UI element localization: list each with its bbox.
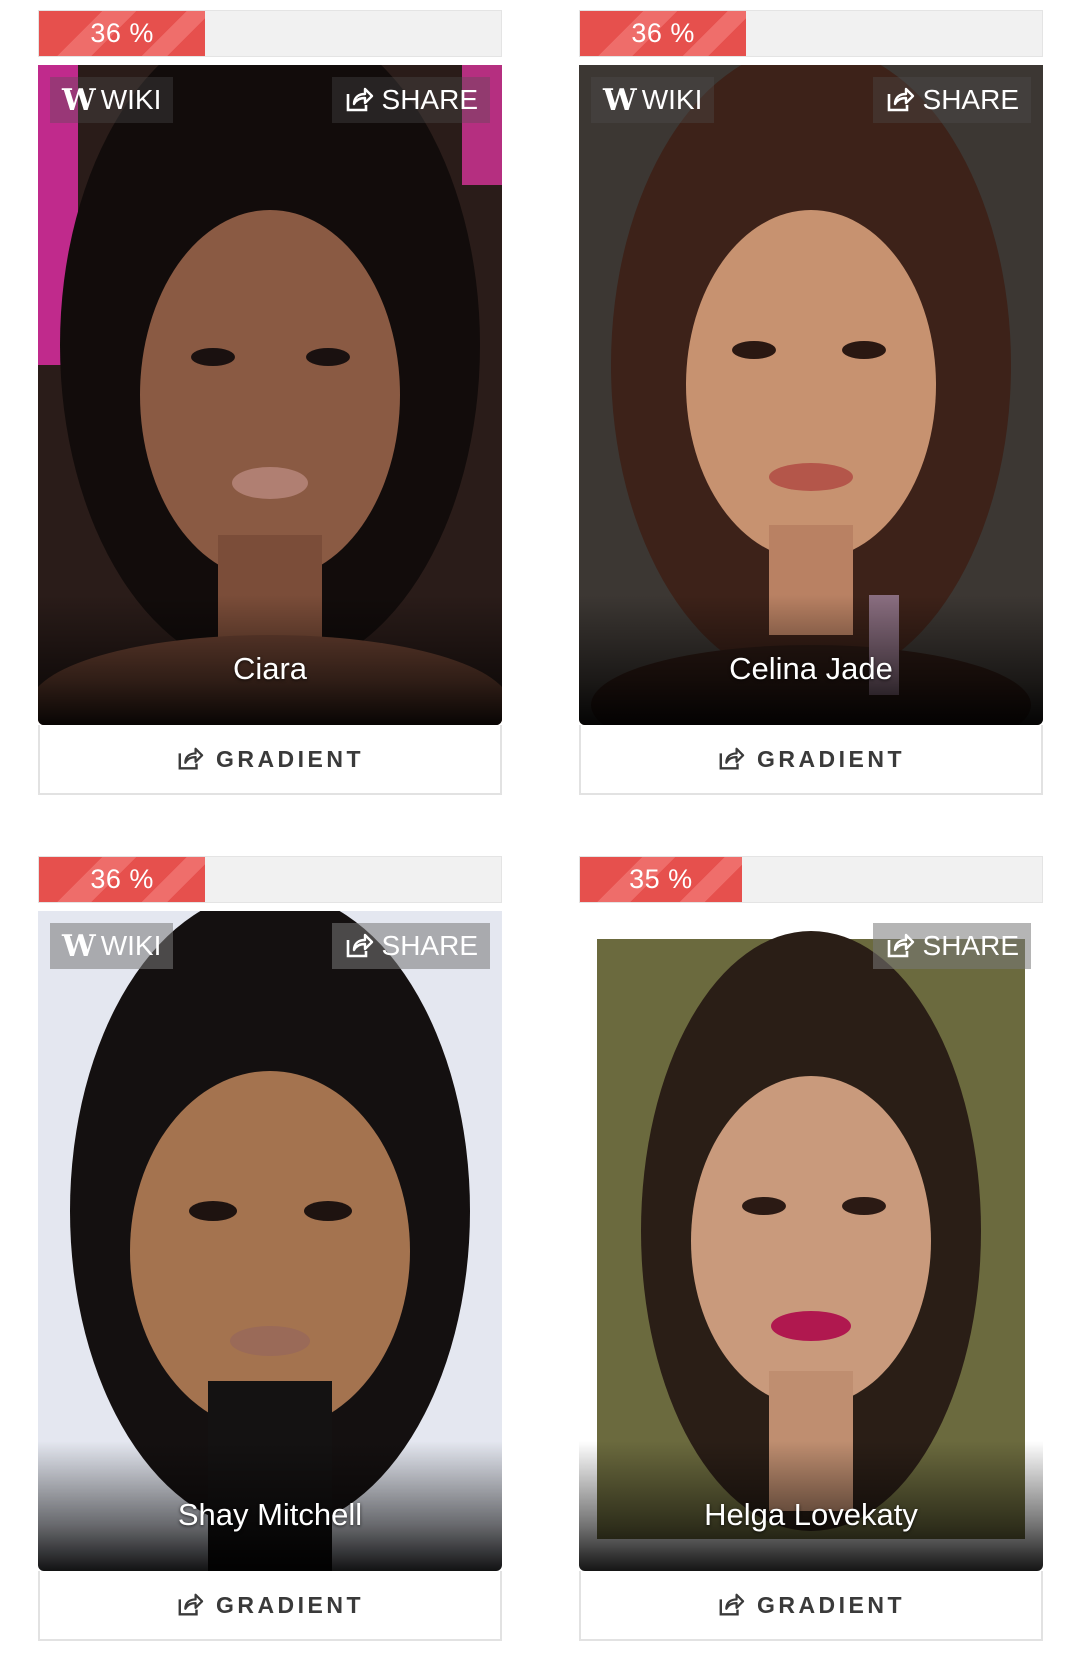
match-percent: 36 % xyxy=(90,864,154,894)
gradient-label: GRADIENT xyxy=(756,1591,906,1618)
match-bar-fill: 36 % xyxy=(39,857,206,902)
celebrity-photo[interactable]: SHARE Helga Lovekaty xyxy=(579,911,1043,1571)
gradient-label: GRADIENT xyxy=(215,745,365,772)
gradient-button[interactable]: GRADIENT xyxy=(38,1571,502,1641)
gradient-button[interactable]: GRADIENT xyxy=(38,725,502,795)
share-button[interactable]: SHARE xyxy=(872,77,1031,123)
share-icon xyxy=(719,747,745,770)
wiki-button[interactable]: W WIKI xyxy=(50,77,174,123)
match-percent: 36 % xyxy=(90,18,154,48)
gradient-button[interactable]: GRADIENT xyxy=(579,1571,1043,1641)
match-bar-fill: 36 % xyxy=(39,11,206,56)
celebrity-name: Ciara xyxy=(232,651,308,686)
celebrity-photo[interactable]: W WIKI SHARE Ciara xyxy=(38,65,502,725)
match-bar: 35 % xyxy=(579,856,1043,903)
match-percent: 35 % xyxy=(629,864,693,894)
share-label: SHARE xyxy=(922,84,1019,115)
share-label: SHARE xyxy=(922,930,1019,961)
share-icon xyxy=(346,933,373,958)
wikipedia-icon: W xyxy=(62,82,96,118)
wiki-label: WIKI xyxy=(100,84,162,115)
share-icon xyxy=(887,87,914,112)
result-card-celina-jade: 36 % W WIKI SHARE Celina Jade GRADIENT xyxy=(579,10,1043,795)
celebrity-name: Celina Jade xyxy=(729,651,893,686)
share-button[interactable]: SHARE xyxy=(331,923,490,969)
share-button[interactable]: SHARE xyxy=(331,77,490,123)
share-icon xyxy=(346,87,373,112)
match-bar-fill: 35 % xyxy=(580,857,742,902)
share-icon xyxy=(719,1593,745,1616)
celebrity-photo[interactable]: W WIKI SHARE Shay Mitchell xyxy=(38,911,502,1571)
match-percent: 36 % xyxy=(631,18,695,48)
share-icon xyxy=(887,933,914,958)
match-bar: 36 % xyxy=(579,10,1043,57)
gradient-button[interactable]: GRADIENT xyxy=(579,725,1043,795)
share-label: SHARE xyxy=(381,930,478,961)
gradient-label: GRADIENT xyxy=(215,1591,365,1618)
celebrity-name: Shay Mitchell xyxy=(177,1497,363,1532)
wiki-label: WIKI xyxy=(641,84,703,115)
match-bar-fill: 36 % xyxy=(580,11,747,56)
result-card-shay-mitchell: 36 % W WIKI SHARE Shay Mitchell GRADIENT xyxy=(38,856,502,1641)
wikipedia-icon: W xyxy=(603,82,637,118)
wiki-button[interactable]: W WIKI xyxy=(591,77,715,123)
share-icon xyxy=(178,1593,204,1616)
result-card-helga-lovekaty: 35 % SHARE Helga Lovekaty GRADIENT xyxy=(579,856,1043,1641)
result-card-ciara: 36 % W WIKI SHARE Ciara GRADIENT xyxy=(38,10,502,795)
share-button[interactable]: SHARE xyxy=(872,923,1031,969)
wiki-label: WIKI xyxy=(100,930,162,961)
celebrity-name: Helga Lovekaty xyxy=(704,1497,918,1532)
share-label: SHARE xyxy=(381,84,478,115)
wikipedia-icon: W xyxy=(62,928,96,964)
match-bar: 36 % xyxy=(38,856,502,903)
share-icon xyxy=(178,747,204,770)
gradient-label: GRADIENT xyxy=(756,745,906,772)
match-bar: 36 % xyxy=(38,10,502,57)
celebrity-photo[interactable]: W WIKI SHARE Celina Jade xyxy=(579,65,1043,725)
wiki-button[interactable]: W WIKI xyxy=(50,923,174,969)
